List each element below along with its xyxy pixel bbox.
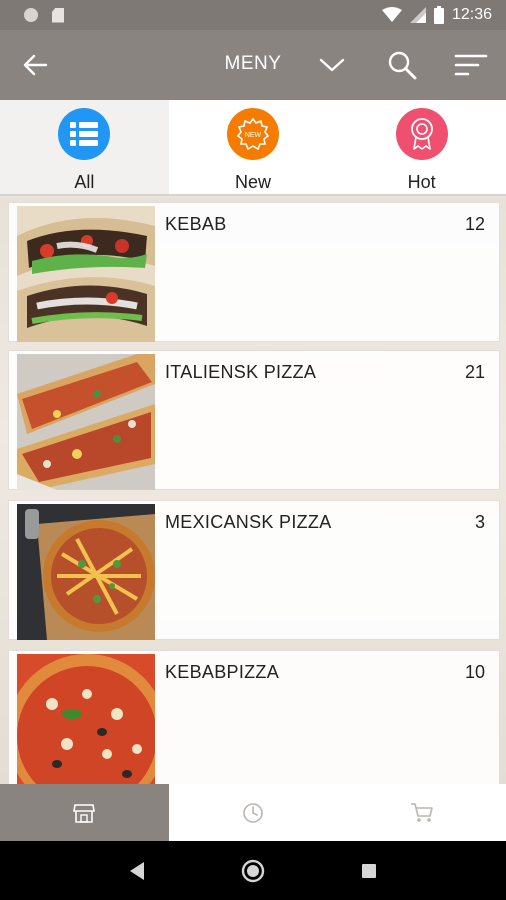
category-count: 12	[464, 214, 485, 234]
category-list: KEBAB 12 ITALIENSK PIZZA 21 MEXICANSK PI…	[0, 198, 506, 784]
status-bar: 12:36	[0, 0, 506, 30]
new-badge-icon: NEW	[227, 108, 279, 160]
category-count: 10	[464, 662, 485, 682]
tab-all-label: All	[74, 172, 95, 192]
nav-history[interactable]	[169, 784, 338, 841]
signal-icon	[409, 7, 426, 23]
clock-icon	[243, 802, 263, 823]
svg-text:NEW: NEW	[245, 132, 262, 139]
bottom-nav	[0, 784, 506, 841]
tab-all[interactable]: All	[0, 100, 169, 194]
notification-dot-icon	[24, 8, 38, 22]
recents-square-icon[interactable]	[360, 862, 378, 880]
award-icon	[395, 108, 448, 160]
category-card-kebabpizza[interactable]: KEBABPIZZA 10	[8, 650, 500, 784]
category-count: 21	[464, 362, 485, 382]
battery-icon	[433, 6, 444, 24]
tab-hot-label: Hot	[407, 172, 436, 192]
filter-tabs: All NEW New Hot	[0, 100, 506, 196]
home-circle-icon[interactable]	[241, 859, 265, 883]
back-triangle-icon[interactable]	[128, 861, 146, 881]
tab-hot[interactable]: Hot	[337, 100, 506, 194]
sd-card-icon	[52, 7, 64, 23]
mexican-pizza-image	[17, 504, 155, 640]
tab-new-label: New	[235, 172, 272, 192]
chevron-down-icon[interactable]	[318, 54, 346, 76]
search-icon[interactable]	[386, 49, 418, 81]
italian-pizza-image	[17, 354, 155, 490]
cart-icon	[410, 802, 433, 822]
category-name: KEBAB	[165, 214, 227, 234]
page-title: MENY	[224, 53, 282, 74]
app-bar: MENY	[0, 30, 506, 100]
category-card-mexicansk-pizza[interactable]: MEXICANSK PIZZA 3	[8, 500, 500, 640]
category-name: ITALIENSK PIZZA	[165, 362, 317, 382]
category-name: MEXICANSK PIZZA	[165, 512, 332, 532]
tab-new[interactable]: NEW New	[169, 100, 338, 194]
category-card-italiensk-pizza[interactable]: ITALIENSK PIZZA 21	[8, 350, 500, 490]
category-name: KEBABPIZZA	[165, 662, 280, 682]
category-count: 3	[474, 512, 485, 532]
wifi-icon	[381, 7, 402, 22]
kebab-pizza-image	[17, 654, 155, 784]
category-card-kebab[interactable]: KEBAB 12	[8, 202, 500, 342]
sort-icon[interactable]	[454, 52, 488, 78]
list-icon	[58, 108, 111, 160]
nav-cart[interactable]	[337, 784, 506, 841]
system-nav-bar	[0, 841, 506, 900]
kebab-image	[17, 206, 155, 342]
store-icon	[73, 803, 96, 823]
nav-store[interactable]	[0, 784, 169, 841]
status-time: 12:36	[451, 6, 492, 23]
